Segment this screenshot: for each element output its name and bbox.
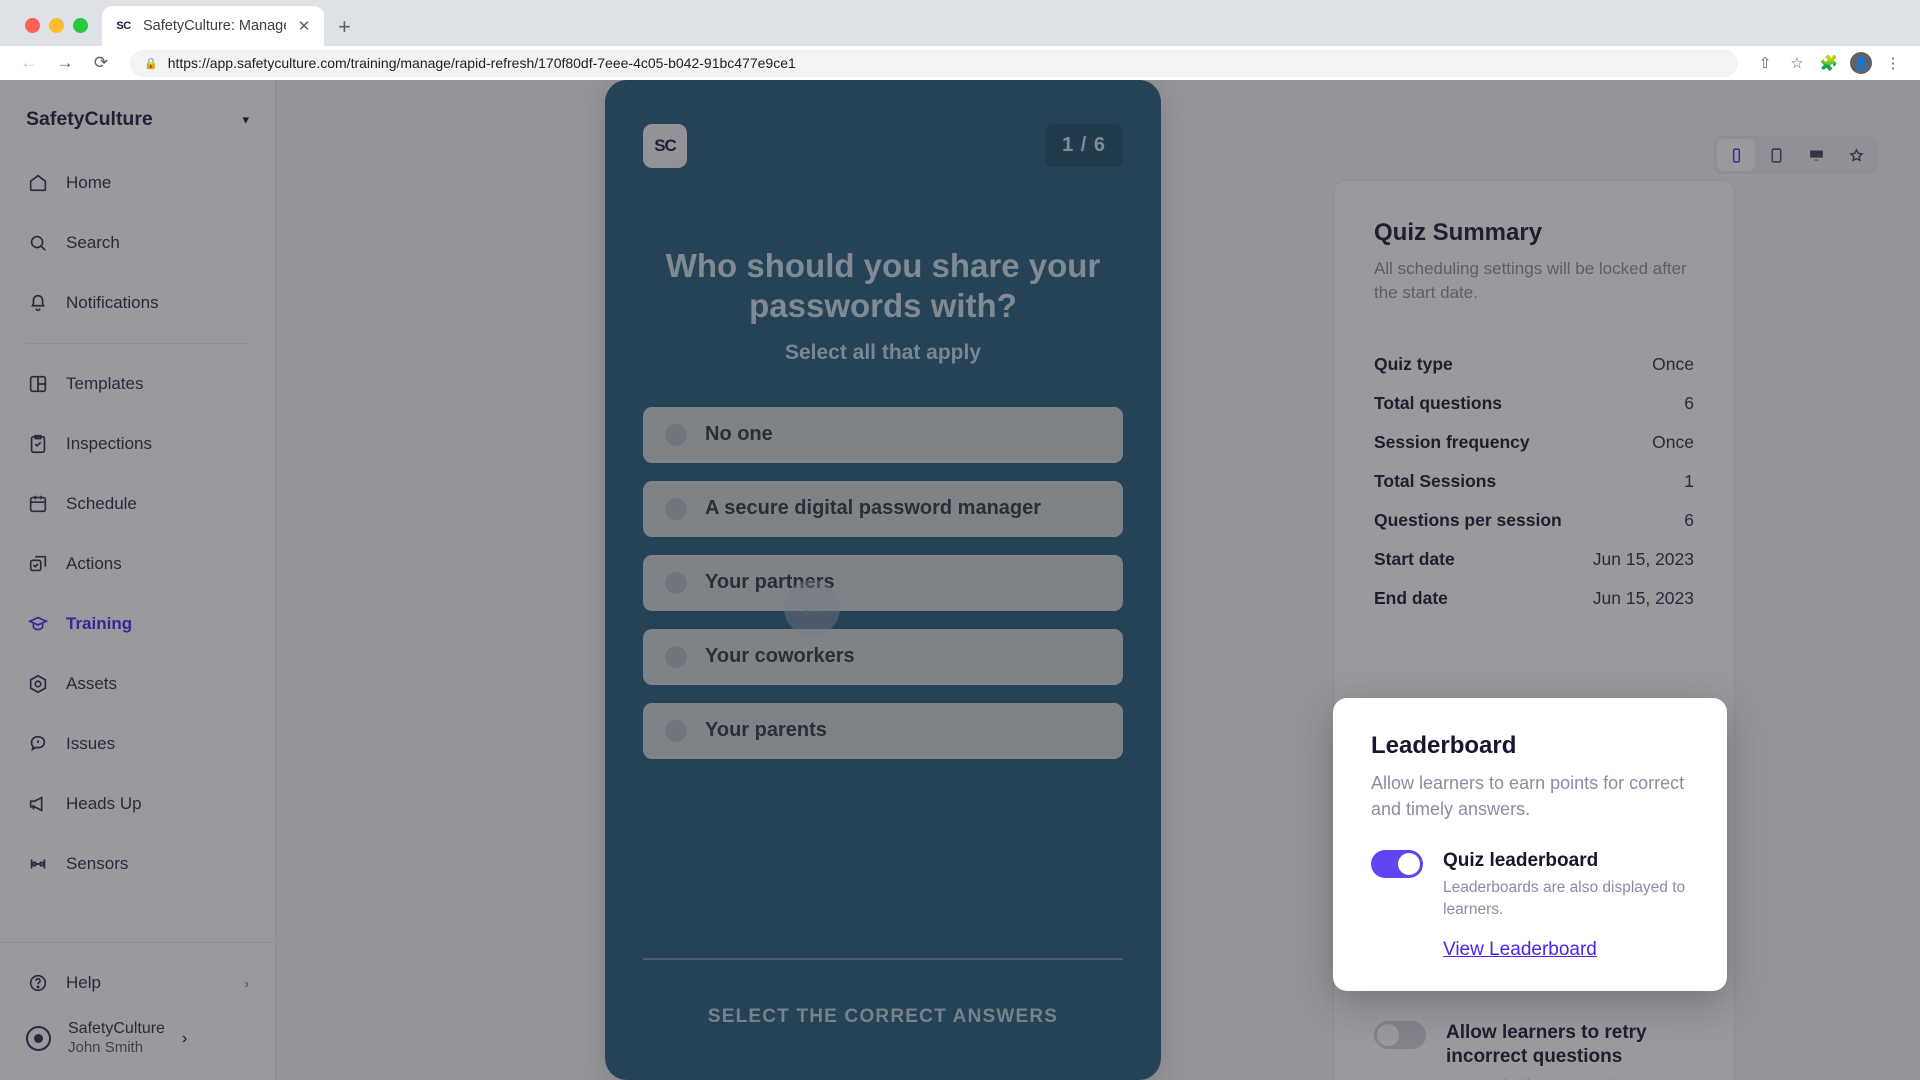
tab-title: SafetyCulture: Manage Teams and ...	[143, 18, 286, 34]
avatar: 👤	[1850, 52, 1872, 74]
bookmark-star-icon[interactable]: ☆	[1784, 50, 1810, 76]
quiz-leaderboard-toggle[interactable]	[1371, 850, 1423, 879]
close-window-button[interactable]	[25, 18, 40, 33]
extensions-puzzle-icon[interactable]: 🧩	[1816, 50, 1842, 76]
maximize-window-button[interactable]	[73, 18, 88, 33]
leaderboard-title: Leaderboard	[1371, 732, 1517, 759]
quiz-leaderboard-label: Quiz leaderboard	[1443, 850, 1599, 872]
browser-menu-icon[interactable]: ⋮	[1880, 50, 1906, 76]
app-viewport: SafetyCulture ▾ Home Search Notification…	[0, 80, 1920, 1080]
close-tab-icon[interactable]: ✕	[296, 17, 312, 35]
back-button[interactable]: ←	[14, 48, 44, 78]
address-bar[interactable]: 🔒 https://app.safetyculture.com/training…	[130, 49, 1738, 77]
browser-tab[interactable]: SC SafetyCulture: Manage Teams and ... ✕	[102, 6, 324, 46]
leaderboard-description: Allow learners to earn points for correc…	[1371, 773, 1685, 820]
reload-button[interactable]: ⟳	[86, 48, 116, 78]
window-controls	[0, 18, 102, 46]
url-text: https://app.safetyculture.com/training/m…	[167, 55, 796, 71]
new-tab-button[interactable]: +	[338, 16, 351, 38]
leaderboard-popover: Leaderboard Allow learners to earn point…	[1333, 698, 1727, 991]
lock-icon: 🔒	[144, 57, 158, 70]
view-leaderboard-link[interactable]: View Leaderboard	[1443, 939, 1597, 961]
browser-chrome: SC SafetyCulture: Manage Teams and ... ✕…	[0, 0, 1920, 80]
profile-avatar-icon[interactable]: 👤	[1848, 50, 1874, 76]
safetyculture-favicon-icon: SC	[116, 20, 131, 32]
tab-strip: SC SafetyCulture: Manage Teams and ... ✕…	[0, 0, 1920, 46]
quiz-leaderboard-description: Leaderboards are also displayed to learn…	[1443, 879, 1686, 918]
quiz-leaderboard-setting: Quiz leaderboard Leaderboards are also d…	[1371, 850, 1689, 920]
share-icon[interactable]: ⇧	[1752, 50, 1778, 76]
browser-toolbar: ← → ⟳ 🔒 https://app.safetyculture.com/tr…	[0, 46, 1920, 80]
minimize-window-button[interactable]	[49, 18, 64, 33]
forward-button[interactable]: →	[50, 48, 80, 78]
